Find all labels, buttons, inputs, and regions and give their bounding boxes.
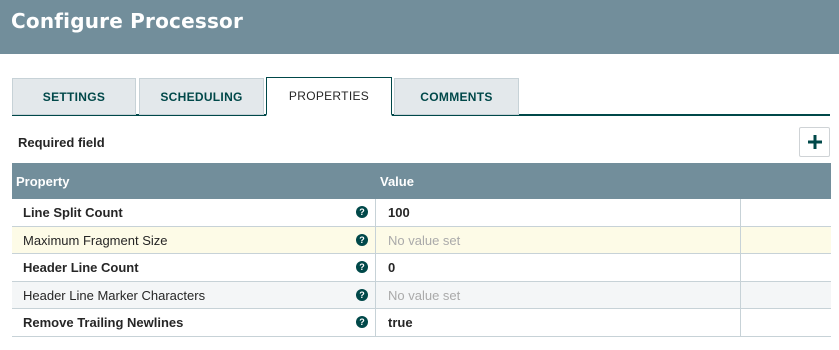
- property-name: Header Line Marker Characters: [23, 287, 206, 303]
- column-divider: [740, 199, 741, 226]
- table-row[interactable]: Header Line Count ? 0: [12, 254, 831, 282]
- help-icon[interactable]: ?: [356, 233, 368, 246]
- column-divider: [740, 254, 741, 281]
- property-name: Header Line Count: [23, 260, 139, 275]
- help-icon[interactable]: ?: [356, 206, 368, 218]
- required-field-label: Required field: [18, 135, 105, 150]
- svg-text:?: ?: [359, 317, 365, 327]
- properties-table: Property Value Line Split Count ? 100 Ma…: [12, 163, 831, 337]
- tab-properties[interactable]: PROPERTIES: [266, 77, 392, 116]
- svg-text:?: ?: [359, 207, 365, 217]
- property-value[interactable]: No value set: [388, 288, 460, 303]
- help-icon[interactable]: ?: [356, 288, 368, 301]
- column-divider: [740, 309, 741, 336]
- svg-text:?: ?: [359, 290, 365, 300]
- plus-icon: [807, 135, 822, 149]
- dialog-header: Configure Processor: [0, 0, 839, 54]
- tab-scheduling[interactable]: SCHEDULING: [139, 78, 264, 115]
- property-name: Line Split Count: [23, 205, 123, 220]
- column-divider: [375, 281, 376, 308]
- table-row[interactable]: Line Split Count ? 100: [12, 199, 831, 227]
- svg-text:?: ?: [359, 262, 365, 272]
- column-divider: [740, 226, 741, 253]
- svg-text:?: ?: [359, 235, 365, 245]
- property-name: Remove Trailing Newlines: [23, 315, 184, 330]
- column-header-property: Property: [16, 174, 70, 189]
- add-property-button[interactable]: [799, 127, 830, 157]
- property-value[interactable]: true: [388, 315, 413, 330]
- column-divider: [375, 199, 376, 226]
- table-header: Property Value: [12, 163, 831, 199]
- tab-comments[interactable]: COMMENTS: [394, 78, 519, 115]
- table-row[interactable]: Maximum Fragment Size ? No value set: [12, 226, 831, 254]
- property-value[interactable]: 100: [388, 205, 410, 220]
- dialog-title: Configure Processor: [11, 9, 244, 33]
- column-divider: [740, 281, 741, 308]
- property-value[interactable]: No value set: [388, 233, 460, 248]
- help-icon[interactable]: ?: [356, 261, 368, 273]
- column-header-value: Value: [380, 174, 414, 189]
- column-divider: [375, 254, 376, 281]
- column-divider: [375, 309, 376, 336]
- property-name: Maximum Fragment Size: [23, 232, 168, 248]
- tab-settings[interactable]: SETTINGS: [12, 78, 136, 115]
- column-divider: [375, 226, 376, 253]
- table-row[interactable]: Header Line Marker Characters ? No value…: [12, 281, 831, 309]
- property-value[interactable]: 0: [388, 260, 395, 275]
- help-icon[interactable]: ?: [356, 316, 368, 328]
- table-row[interactable]: Remove Trailing Newlines ? true: [12, 309, 831, 337]
